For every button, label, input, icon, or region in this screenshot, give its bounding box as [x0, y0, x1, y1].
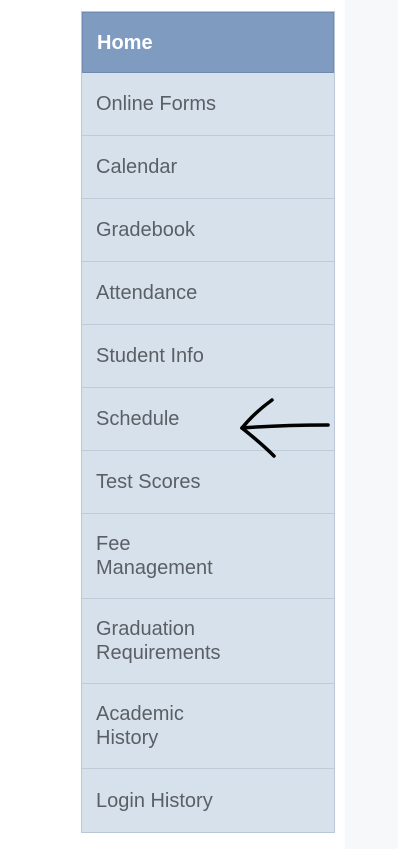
sidebar-item-graduation-requirements[interactable]: Graduation Requirements [82, 599, 334, 684]
sidebar-item-fee-management[interactable]: Fee Management [82, 514, 334, 599]
sidebar-item-label: Online Forms [96, 93, 217, 115]
sidebar-item-label: Student Info [96, 345, 204, 367]
sidebar-item-label: Fee Management [96, 533, 213, 579]
page: Home Online Forms Calendar Gradebook Att… [0, 0, 398, 849]
sidebar-item-label: Calendar [96, 156, 178, 178]
sidebar-item-test-scores[interactable]: Test Scores [82, 451, 334, 514]
sidebar-item-label: Login History [96, 789, 213, 812]
sidebar-item-label: Academic History [96, 703, 184, 749]
sidebar-item-label: Schedule [96, 408, 180, 430]
content-background [345, 0, 398, 849]
sidebar-item-label: Gradebook [96, 219, 195, 241]
sidebar-item-label: Test Scores [96, 471, 201, 493]
sidebar-item-calendar[interactable]: Calendar [82, 136, 334, 199]
sidebar-item-login-history[interactable]: Login History [82, 769, 334, 832]
sidebar-item-online-forms[interactable]: Online Forms [82, 73, 334, 136]
sidebar-item-label: Home [97, 31, 153, 54]
sidebar-item-student-info[interactable]: Student Info [82, 325, 334, 388]
sidebar-item-academic-history[interactable]: Academic History [82, 684, 334, 769]
sidebar-item-home[interactable]: Home [82, 12, 334, 73]
sidebar-item-attendance[interactable]: Attendance [82, 262, 334, 325]
hand-drawn-arrow-left-icon [240, 398, 330, 458]
sidebar-item-label: Attendance [96, 282, 198, 304]
sidebar-item-gradebook[interactable]: Gradebook [82, 199, 334, 262]
sidebar-item-label: Graduation Requirements [96, 618, 221, 664]
